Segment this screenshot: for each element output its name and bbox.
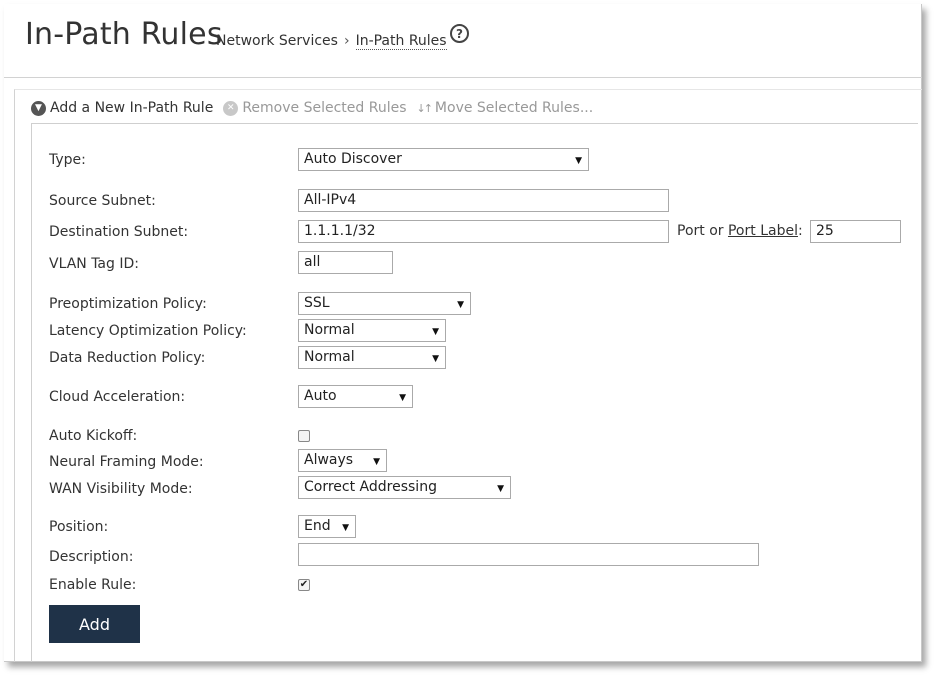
- port-input[interactable]: 25: [810, 220, 901, 243]
- destination-subnet-label: Destination Subnet:: [49, 224, 189, 240]
- help-icon[interactable]: ?: [450, 24, 469, 43]
- dropdown-arrow-icon: ▼: [457, 300, 464, 310]
- type-select[interactable]: Auto Discover ▼: [298, 148, 589, 171]
- auto-kickoff-label: Auto Kickoff:: [49, 428, 138, 444]
- port-prefix: Port or: [677, 223, 728, 239]
- vlan-input[interactable]: all: [298, 251, 393, 274]
- destination-subnet-input[interactable]: 1.1.1.1/32: [298, 220, 669, 243]
- port-suffix: :: [797, 223, 803, 239]
- source-subnet-input[interactable]: All-IPv4: [298, 189, 669, 212]
- preopt-value: SSL: [304, 295, 330, 311]
- vlan-label: VLAN Tag ID:: [49, 256, 139, 272]
- move-selected-button[interactable]: ↓↑ Move Selected Rules...: [416, 100, 593, 116]
- dropdown-arrow-icon: ▼: [432, 354, 439, 364]
- cloud-select[interactable]: Auto ▼: [298, 385, 413, 408]
- description-label: Description:: [49, 549, 134, 565]
- breadcrumb: Network Services › In-Path Rules: [216, 33, 447, 50]
- position-select[interactable]: End ▼: [298, 515, 356, 538]
- position-label: Position:: [49, 519, 109, 535]
- move-arrows-icon: ↓↑: [416, 101, 433, 115]
- data-reduction-label: Data Reduction Policy:: [49, 350, 206, 366]
- dropdown-arrow-icon: ▼: [575, 156, 582, 166]
- neural-select[interactable]: Always ▼: [298, 449, 387, 472]
- dropdown-arrow-icon: ▼: [432, 327, 439, 337]
- add-rule-toggle[interactable]: ▼ Add a New In-Path Rule: [31, 100, 213, 116]
- dropdown-arrow-icon: ▼: [373, 457, 380, 467]
- remove-selected-button[interactable]: ✕ Remove Selected Rules: [223, 100, 406, 116]
- preopt-label: Preoptimization Policy:: [49, 296, 207, 312]
- type-label: Type:: [49, 152, 86, 168]
- enable-rule-checkbox[interactable]: ✔: [298, 579, 310, 591]
- add-rule-label: Add a New In-Path Rule: [50, 100, 214, 116]
- add-button[interactable]: Add: [49, 605, 140, 643]
- checkmark-icon: ✔: [299, 579, 309, 590]
- move-label: Move Selected Rules...: [434, 100, 594, 116]
- dropdown-arrow-icon: ▼: [342, 523, 349, 533]
- position-value: End: [304, 518, 331, 534]
- data-reduction-value: Normal: [304, 349, 355, 365]
- type-value: Auto Discover: [304, 151, 402, 167]
- source-subnet-label: Source Subnet:: [49, 193, 156, 209]
- wan-select[interactable]: Correct Addressing ▼: [298, 476, 511, 499]
- description-input[interactable]: [298, 543, 759, 566]
- dropdown-arrow-icon: ▼: [399, 393, 406, 403]
- remove-label: Remove Selected Rules: [242, 100, 407, 116]
- preopt-select[interactable]: SSL ▼: [298, 292, 471, 315]
- cloud-label: Cloud Acceleration:: [49, 389, 186, 405]
- wan-label: WAN Visibility Mode:: [49, 481, 193, 497]
- breadcrumb-current[interactable]: In-Path Rules: [355, 33, 447, 50]
- neural-value: Always: [304, 452, 354, 468]
- wan-value: Correct Addressing: [304, 479, 437, 495]
- remove-icon: ✕: [223, 100, 239, 116]
- auto-kickoff-checkbox[interactable]: [298, 430, 310, 442]
- chevron-down-icon: ▼: [31, 100, 46, 116]
- neural-label: Neural Framing Mode:: [49, 454, 204, 470]
- latency-select[interactable]: Normal ▼: [298, 319, 446, 342]
- breadcrumb-parent[interactable]: Network Services: [216, 33, 338, 49]
- page-title: In-Path Rules: [25, 17, 223, 52]
- port-label: Port or Port Label:: [677, 223, 803, 239]
- breadcrumb-separator: ›: [343, 33, 350, 49]
- rules-toolbar: ▼ Add a New In-Path Rule ✕ Remove Select…: [31, 100, 603, 116]
- latency-label: Latency Optimization Policy:: [49, 323, 247, 339]
- latency-value: Normal: [304, 322, 355, 338]
- enable-rule-label: Enable Rule:: [49, 577, 137, 593]
- data-reduction-select[interactable]: Normal ▼: [298, 346, 446, 369]
- dropdown-arrow-icon: ▼: [497, 484, 504, 494]
- cloud-value: Auto: [304, 388, 337, 404]
- port-label-link[interactable]: Port Label: [728, 223, 798, 239]
- header-divider: [4, 77, 922, 78]
